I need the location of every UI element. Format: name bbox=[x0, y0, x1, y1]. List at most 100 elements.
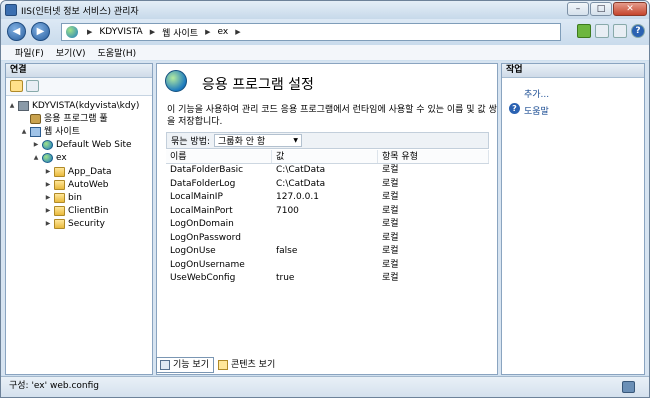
tab-features-view[interactable]: 기능 보기 bbox=[156, 357, 214, 373]
save-icon[interactable] bbox=[26, 80, 39, 92]
tree-item-ex[interactable]: ▲ ex bbox=[32, 152, 67, 164]
tree-item-sites[interactable]: ▲ 웹 사이트 bbox=[20, 126, 80, 138]
features-view-icon bbox=[160, 360, 170, 370]
tree-item-app-data[interactable]: ▶ App_Data bbox=[44, 166, 112, 178]
back-button[interactable]: ◀ bbox=[7, 22, 26, 41]
tree-item-app-pools[interactable]: 응용 프로그램 풀 bbox=[20, 113, 108, 125]
cell-name: LocalMainIP bbox=[170, 192, 223, 202]
sites-icon bbox=[30, 127, 41, 137]
chevron-right-icon: ▶ bbox=[149, 28, 156, 36]
app-pool-icon bbox=[30, 114, 41, 124]
expand-icon[interactable]: ▶ bbox=[44, 205, 52, 217]
group-by-label: 묶는 방법: bbox=[171, 137, 211, 147]
address-bar[interactable]: ▶ KDYVISTA ▶ 웹 사이트 ▶ ex ▶ bbox=[61, 23, 561, 41]
cell-name: LogOnUsername bbox=[170, 259, 245, 270]
cell-value: C:\CatData bbox=[276, 178, 326, 189]
tree-item-server[interactable]: ▲ KDYVISTA(kdyvista\kdy) bbox=[8, 100, 139, 112]
help-icon[interactable]: ? bbox=[631, 24, 645, 38]
tree-item-security[interactable]: ▶ Security bbox=[44, 218, 105, 230]
chevron-right-icon: ▶ bbox=[205, 28, 211, 36]
tree-item-default-web-site[interactable]: ▶ Default Web Site bbox=[32, 139, 132, 151]
tree-label: 웹 사이트 bbox=[44, 127, 80, 137]
breadcrumb-server[interactable]: KDYVISTA bbox=[97, 27, 144, 37]
table-row[interactable]: UseWebConfig true 로컬 bbox=[166, 272, 489, 286]
maximize-button[interactable]: □ bbox=[590, 2, 612, 16]
cell-value: false bbox=[276, 246, 298, 256]
help-action-link[interactable]: 도움말 bbox=[524, 104, 549, 117]
table-row[interactable]: LocalMainPort 7100 로컬 bbox=[166, 205, 489, 219]
minimize-button[interactable]: – bbox=[567, 2, 589, 16]
page-description: 이 기능을 사용하여 관리 코드 응용 프로그램에서 런타임에 사용할 수 있는… bbox=[167, 105, 497, 127]
cell-entry-type: 로컬 bbox=[382, 246, 399, 256]
collapse-icon[interactable]: ▲ bbox=[8, 100, 16, 112]
column-header-value[interactable]: 값 bbox=[272, 150, 378, 163]
cell-entry-type: 로컬 bbox=[382, 178, 399, 189]
folder-icon bbox=[54, 180, 65, 190]
table-row[interactable]: LogOnUsername 로컬 bbox=[166, 259, 489, 273]
group-by-select[interactable]: 그룹화 안 함 ▼ bbox=[214, 134, 303, 147]
add-action-link[interactable]: 추가... bbox=[524, 87, 549, 100]
table-row[interactable]: LogOnUse false 로컬 bbox=[166, 245, 489, 259]
tab-label: 콘텐츠 보기 bbox=[230, 360, 276, 370]
settings-table: 이름 값 항목 유형 DataFolderBasic C:\CatData 로컬… bbox=[166, 150, 489, 286]
home-icon[interactable] bbox=[613, 24, 627, 38]
folder-icon bbox=[54, 206, 65, 216]
table-header: 이름 값 항목 유형 bbox=[166, 150, 489, 164]
tree-label: KDYVISTA(kdyvista\kdy) bbox=[32, 101, 140, 111]
column-header-entry-type[interactable]: 항목 유형 bbox=[378, 150, 489, 163]
tree-label: Default Web Site bbox=[56, 140, 132, 150]
group-by-bar: 묶는 방법: 그룹화 안 함 ▼ bbox=[166, 132, 489, 149]
iis-manager-window: IIS(인터넷 정보 서비스) 관리자 – □ ✕ ◀ ▶ ▶ KDYVISTA… bbox=[0, 0, 650, 398]
cell-name: UseWebConfig bbox=[170, 273, 236, 283]
tree-label: App_Data bbox=[68, 167, 112, 177]
tab-label: 기능 보기 bbox=[173, 360, 209, 370]
actions-header: 작업 bbox=[502, 64, 644, 78]
cell-value: C:\CatData bbox=[276, 165, 326, 175]
table-row[interactable]: DataFolderLog C:\CatData 로컬 bbox=[166, 178, 489, 192]
cell-value bbox=[272, 232, 378, 246]
nav-toolbar: ? bbox=[573, 24, 645, 38]
cell-value bbox=[272, 259, 378, 273]
connect-icon[interactable] bbox=[10, 80, 23, 92]
expand-icon[interactable]: ▶ bbox=[44, 192, 52, 204]
cell-entry-type: 로컬 bbox=[382, 192, 399, 202]
cell-name: LogOnDomain bbox=[170, 219, 234, 229]
refresh-icon[interactable] bbox=[577, 24, 591, 38]
tab-content-view[interactable]: 콘텐츠 보기 bbox=[214, 357, 280, 373]
cell-name: LocalMainPort bbox=[170, 205, 233, 216]
forward-button[interactable]: ▶ bbox=[31, 22, 50, 41]
tree-label: AutoWeb bbox=[68, 180, 109, 190]
server-icon bbox=[18, 101, 29, 111]
cell-name: DataFolderLog bbox=[170, 178, 236, 189]
table-row[interactable]: DataFolderBasic C:\CatData 로컬 bbox=[166, 164, 489, 178]
menu-help[interactable]: 도움말(H) bbox=[98, 46, 137, 59]
breadcrumb-sites[interactable]: 웹 사이트 bbox=[160, 26, 200, 39]
menu-file[interactable]: 파일(F) bbox=[15, 46, 44, 59]
table-row[interactable]: LocalMainIP 127.0.0.1 로컬 bbox=[166, 191, 489, 205]
status-bar: 구성: 'ex' web.config bbox=[1, 376, 649, 397]
content-view-icon bbox=[217, 360, 228, 370]
breadcrumb-ex[interactable]: ex bbox=[215, 27, 230, 37]
expand-icon[interactable]: ▶ bbox=[44, 166, 52, 178]
column-header-name[interactable]: 이름 bbox=[166, 150, 272, 163]
help-icon: ? bbox=[509, 103, 520, 114]
table-row[interactable]: LogOnDomain 로컬 bbox=[166, 218, 489, 232]
folder-icon bbox=[54, 193, 65, 203]
stop-icon[interactable] bbox=[595, 24, 609, 38]
expand-icon[interactable]: ▶ bbox=[44, 179, 52, 191]
menu-view[interactable]: 보기(V) bbox=[56, 46, 86, 59]
cell-entry-type: 로컬 bbox=[382, 259, 399, 270]
tree-item-autoweb[interactable]: ▶ AutoWeb bbox=[44, 179, 109, 191]
menu-bar: 파일(F) 보기(V) 도움말(H) bbox=[1, 45, 649, 60]
connections-panel: 연결 ▲ KDYVISTA(kdyvista\kdy) 응용 프로그램 풀 ▲ bbox=[5, 63, 153, 375]
expand-icon[interactable]: ▶ bbox=[32, 139, 40, 151]
table-row[interactable]: LogOnPassword 로컬 bbox=[166, 232, 489, 246]
tree-item-clientbin[interactable]: ▶ ClientBin bbox=[44, 205, 108, 217]
collapse-icon[interactable]: ▲ bbox=[20, 126, 28, 138]
chevron-right-icon: ▶ bbox=[87, 28, 93, 36]
collapse-icon[interactable]: ▲ bbox=[32, 152, 40, 164]
chevron-right-icon: ▶ bbox=[235, 28, 241, 36]
close-button[interactable]: ✕ bbox=[613, 2, 647, 16]
expand-icon[interactable]: ▶ bbox=[44, 218, 52, 230]
tree-item-bin[interactable]: ▶ bin bbox=[44, 192, 82, 204]
